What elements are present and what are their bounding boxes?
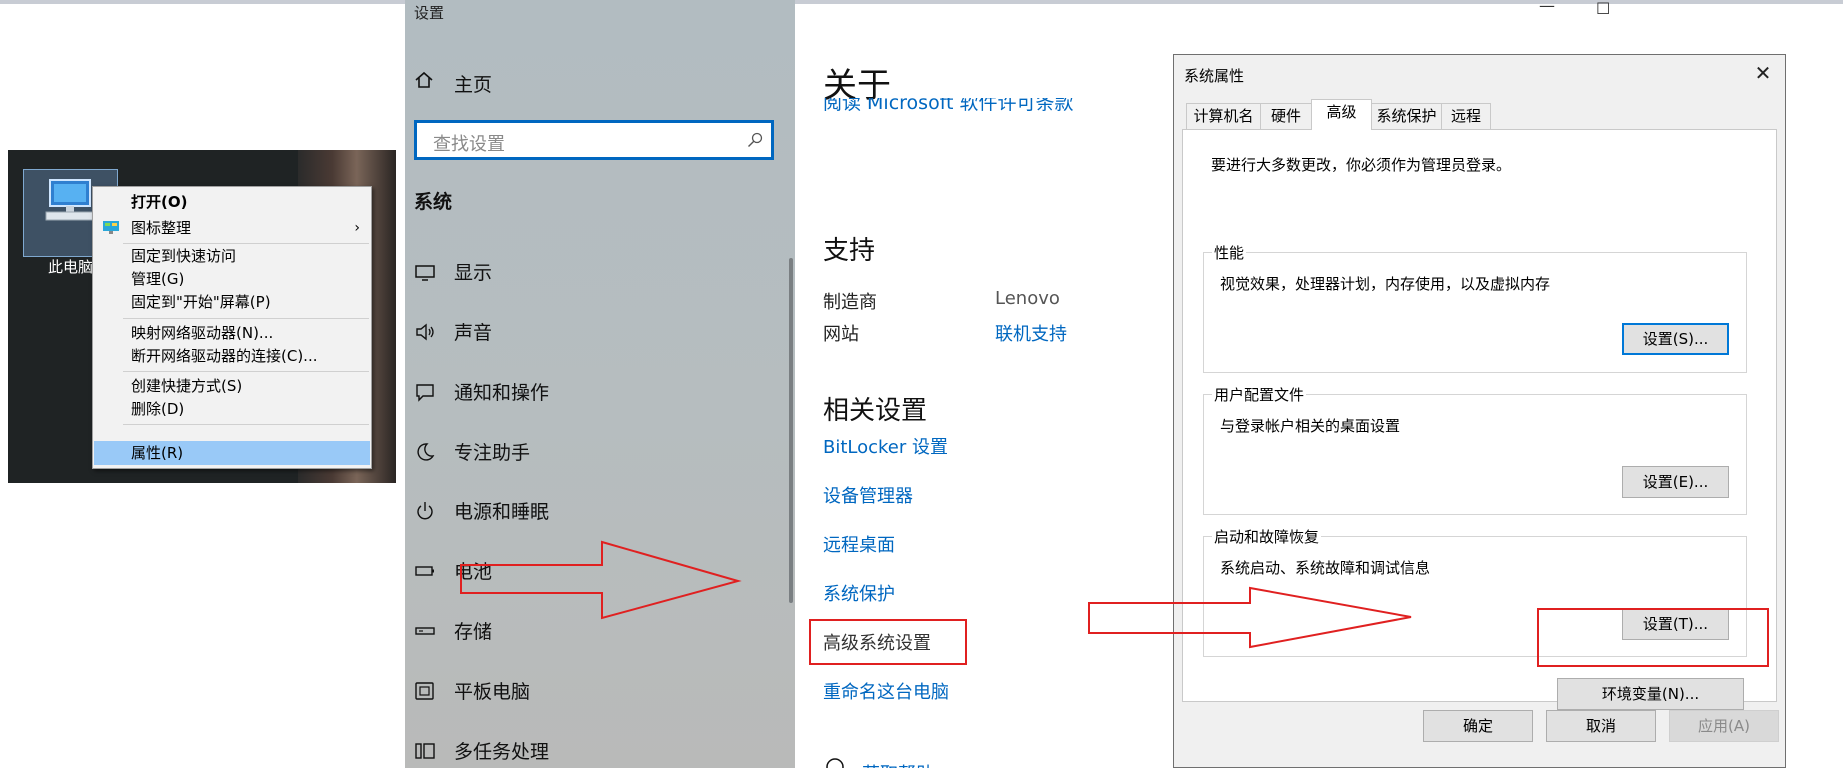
- tab-advanced[interactable]: 高级: [1311, 99, 1372, 130]
- tab-system-protection[interactable]: 系统保护: [1371, 103, 1442, 129]
- ctx-item-disconnect-drive[interactable]: 断开网络驱动器的连接(C)...: [94, 344, 370, 368]
- nav-label: 显示: [454, 262, 493, 284]
- nav-label: 平板电脑: [454, 681, 531, 703]
- nav-label: 多任务处理: [454, 741, 550, 763]
- submenu-arrow-icon: ›: [354, 220, 360, 236]
- arrow-icon: [460, 540, 742, 620]
- device-manager-link[interactable]: 设备管理器: [823, 482, 913, 508]
- performance-settings-button[interactable]: 设置(S)...: [1622, 323, 1729, 355]
- user-profiles-group: 用户配置文件 与登录帐户相关的桌面设置 设置(E)...: [1203, 384, 1747, 515]
- minimize-button[interactable]: —: [1539, 0, 1555, 15]
- tablet-icon: [415, 682, 434, 700]
- nav-label: 专注助手: [454, 442, 531, 464]
- search-icon: [748, 132, 763, 147]
- screenshot-canvas: 此电脑 打开(O) 图标整理 › 固定到快速访问 管理(G) 固定到"开始"屏幕…: [0, 0, 1843, 768]
- get-help-link[interactable]: 获取帮助: [862, 760, 934, 768]
- highlight-box: [1537, 608, 1769, 667]
- storage-icon: [415, 627, 435, 635]
- moon-icon: [417, 443, 435, 461]
- monitor-icon: [415, 265, 435, 281]
- nav-item-power-sleep[interactable]: 电源和睡眠: [414, 497, 744, 525]
- nav-item-sound[interactable]: 声音: [414, 318, 744, 346]
- ctx-item-pin-quick-access[interactable]: 固定到快速访问: [94, 244, 370, 268]
- nav-home[interactable]: 主页: [454, 70, 492, 97]
- ctx-item-arrange-icons[interactable]: 图标整理 ›: [94, 216, 370, 240]
- manufacturer-label: 制造商: [823, 292, 877, 313]
- tab-remote[interactable]: 远程: [1441, 103, 1491, 129]
- user-profiles-settings-button[interactable]: 设置(E)...: [1622, 466, 1729, 498]
- power-icon: [417, 502, 433, 520]
- sidebar-scrollbar[interactable]: [789, 258, 793, 603]
- nav-label: 声音: [454, 322, 493, 344]
- top-strip: [0, 0, 1843, 4]
- battery-icon: [415, 566, 434, 576]
- group-description: 系统启动、系统故障和调试信息: [1220, 559, 1431, 577]
- nav-item-display[interactable]: 显示: [414, 258, 744, 286]
- help-icon: [826, 758, 844, 768]
- performance-group: 性能 视觉效果，处理器计划，内存使用，以及虚拟内存 设置(S)...: [1203, 242, 1747, 373]
- ctx-item-create-shortcut[interactable]: 创建快捷方式(S): [94, 374, 370, 398]
- ok-button[interactable]: 确定: [1423, 710, 1533, 742]
- ctx-item-map-drive[interactable]: 映射网络驱动器(N)...: [94, 321, 370, 345]
- dialog-title: 系统属性: [1184, 67, 1245, 85]
- context-menu: 打开(O) 图标整理 › 固定到快速访问 管理(G) 固定到"开始"屏幕(P) …: [92, 186, 372, 469]
- ctx-item-label: 图标整理: [131, 219, 192, 237]
- ctx-item-open[interactable]: 打开(O): [94, 190, 370, 214]
- support-heading: 支持: [823, 236, 876, 266]
- nav-label: 通知和操作: [454, 382, 550, 404]
- menu-divider: [123, 424, 369, 425]
- license-link[interactable]: 阅读 Microsoft 软件许可条款: [823, 98, 1074, 116]
- nav-item-multitasking[interactable]: 多任务处理: [414, 737, 744, 765]
- close-icon[interactable]: ✕: [1753, 61, 1773, 85]
- section-heading: 系统: [414, 191, 453, 213]
- this-pc-label: 此电脑: [48, 258, 94, 276]
- nav-item-focus-assist[interactable]: 专注助手: [414, 438, 744, 466]
- nav-item-notifications[interactable]: 通知和操作: [414, 378, 744, 406]
- computer-icon: [45, 179, 95, 221]
- ctx-item-properties[interactable]: 属性(R): [94, 441, 370, 465]
- system-protection-link[interactable]: 系统保护: [823, 580, 895, 606]
- arrow-icon: [1088, 586, 1412, 649]
- tab-hardware[interactable]: 硬件: [1260, 103, 1312, 129]
- menu-divider: [123, 371, 369, 372]
- search-placeholder: 查找设置: [433, 134, 505, 155]
- website-label: 网站: [823, 324, 859, 345]
- settings-search-input[interactable]: 查找设置: [414, 120, 774, 160]
- speaker-icon: [416, 323, 434, 341]
- group-title: 启动和故障恢复: [1212, 526, 1322, 547]
- window-title: 设置: [414, 4, 445, 22]
- environment-variables-button[interactable]: 环境变量(N)...: [1557, 678, 1744, 710]
- highlight-box: [809, 619, 967, 665]
- maximize-button[interactable]: ☐: [1596, 0, 1610, 18]
- manufacturer-value: Lenovo: [995, 288, 1060, 309]
- multitask-icon: [415, 743, 435, 759]
- group-description: 与登录帐户相关的桌面设置: [1220, 417, 1401, 435]
- rename-pc-link[interactable]: 重命名这台电脑: [823, 678, 949, 704]
- ctx-item-manage[interactable]: 管理(G): [94, 267, 370, 291]
- tab-computer-name[interactable]: 计算机名: [1186, 103, 1261, 129]
- group-title: 用户配置文件: [1212, 384, 1307, 405]
- bitlocker-link[interactable]: BitLocker 设置: [823, 433, 948, 459]
- nav-item-tablet[interactable]: 平板电脑: [414, 677, 744, 705]
- apply-button[interactable]: 应用(A): [1669, 710, 1779, 742]
- nav-label: 电源和睡眠: [454, 501, 550, 523]
- remote-desktop-link[interactable]: 远程桌面: [823, 531, 895, 557]
- notification-icon: [416, 384, 434, 402]
- ctx-item-pin-start[interactable]: 固定到"开始"屏幕(P): [94, 290, 370, 314]
- online-support-link[interactable]: 联机支持: [995, 320, 1067, 346]
- group-title: 性能: [1212, 242, 1247, 263]
- admin-notice: 要进行大多数更改，你必须作为管理员登录。: [1211, 156, 1512, 174]
- home-icon: [415, 71, 433, 88]
- ctx-item-delete[interactable]: 删除(D): [94, 397, 370, 421]
- arrange-icon: [103, 221, 119, 234]
- cancel-button[interactable]: 取消: [1546, 710, 1656, 742]
- related-settings-heading: 相关设置: [823, 396, 928, 426]
- menu-divider: [123, 318, 369, 319]
- group-description: 视觉效果，处理器计划，内存使用，以及虚拟内存: [1220, 275, 1551, 293]
